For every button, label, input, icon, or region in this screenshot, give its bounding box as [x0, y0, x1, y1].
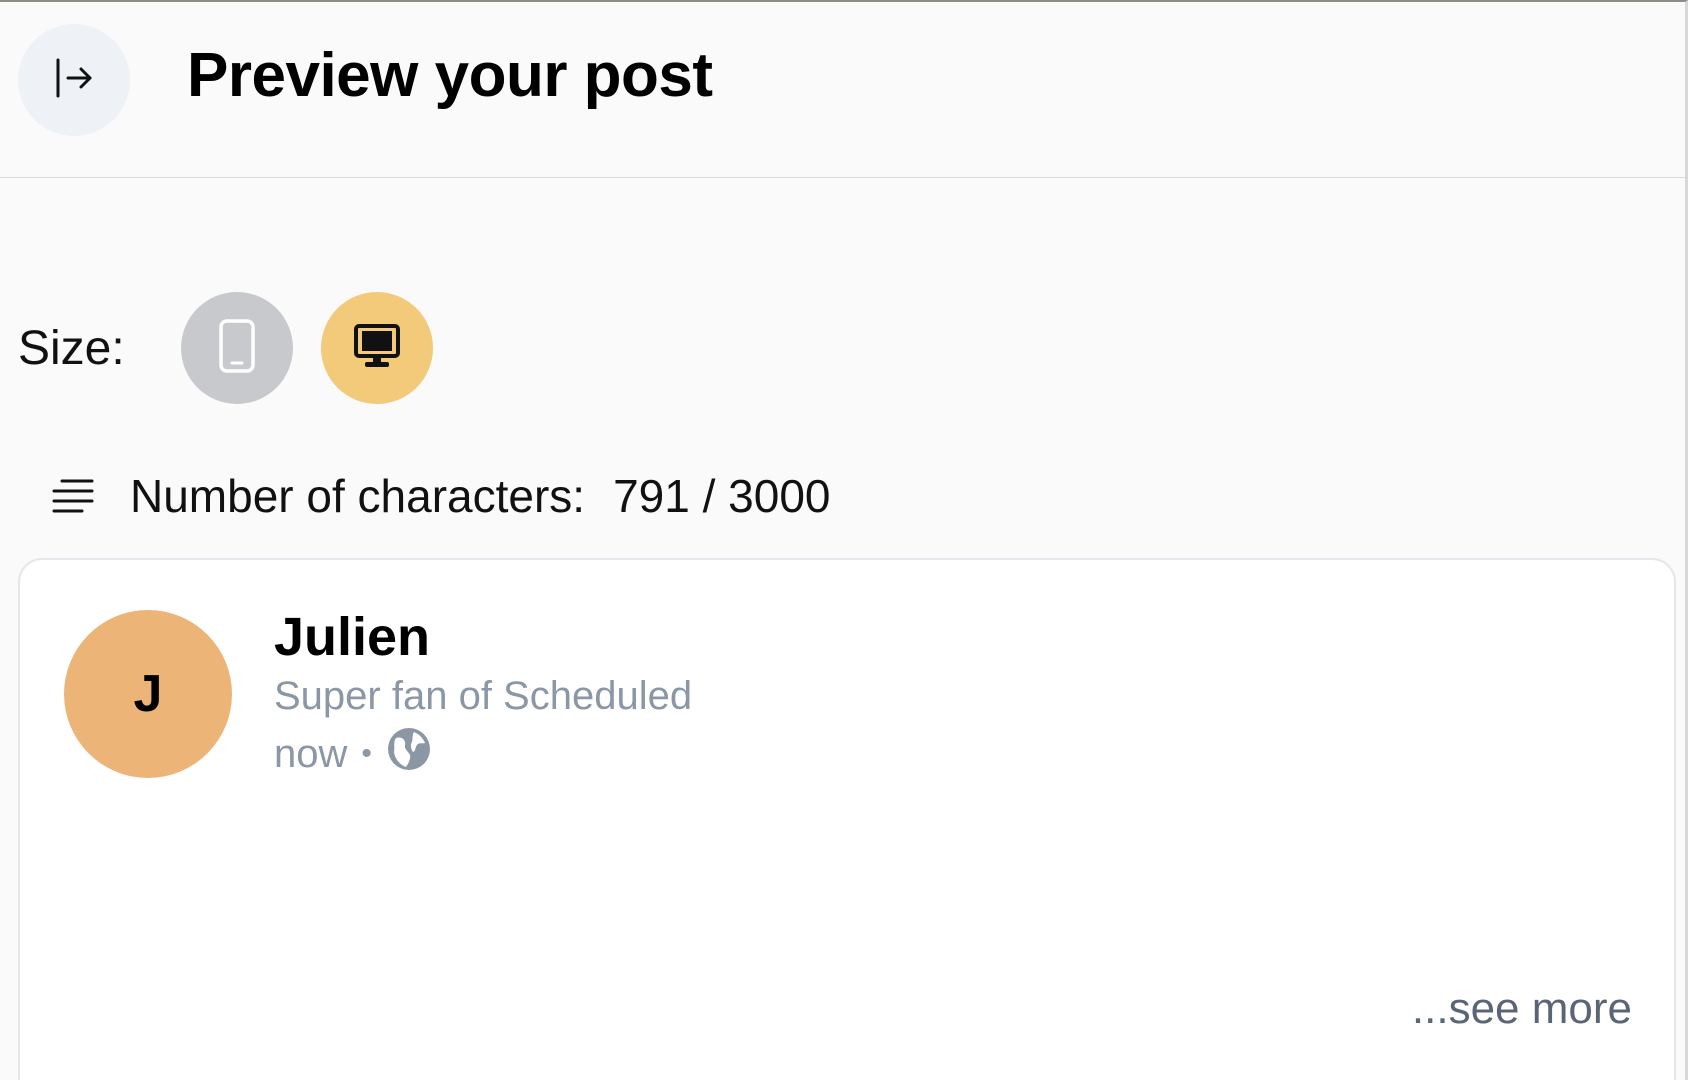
page-title: Preview your post [187, 41, 713, 110]
panel-header: Preview your post [0, 2, 1685, 178]
desktop-monitor-icon [353, 323, 401, 374]
character-count-value: 791 / 3000 [613, 470, 831, 522]
size-selector: Size: [18, 292, 461, 404]
post-time: now [274, 731, 348, 776]
mobile-size-button[interactable] [180, 292, 293, 404]
avatar: J [64, 610, 232, 778]
author-headline: Super fan of Scheduled [274, 674, 693, 718]
preview-panel: Preview your post Size: Number of charac… [0, 0, 1688, 1080]
mobile-phone-icon [217, 318, 257, 378]
collapse-panel-icon [52, 56, 96, 105]
size-label: Size: [18, 321, 125, 375]
post-preview-card: J Julien Super fan of Scheduled now • ..… [18, 558, 1676, 1080]
author-name: Julien [274, 607, 431, 667]
character-counter-label: Number of characters: [130, 470, 586, 522]
text-lines-icon [52, 477, 94, 515]
meta-separator: • [361, 737, 372, 770]
post-meta: now • [274, 726, 432, 782]
avatar-initial: J [133, 665, 163, 723]
globe-icon [386, 726, 432, 782]
character-counter: Number of characters: 791 / 3000 [52, 466, 830, 526]
desktop-size-button[interactable] [320, 292, 433, 404]
see-more-link[interactable]: ...see more [1412, 984, 1632, 1034]
collapse-panel-button[interactable] [18, 24, 130, 136]
